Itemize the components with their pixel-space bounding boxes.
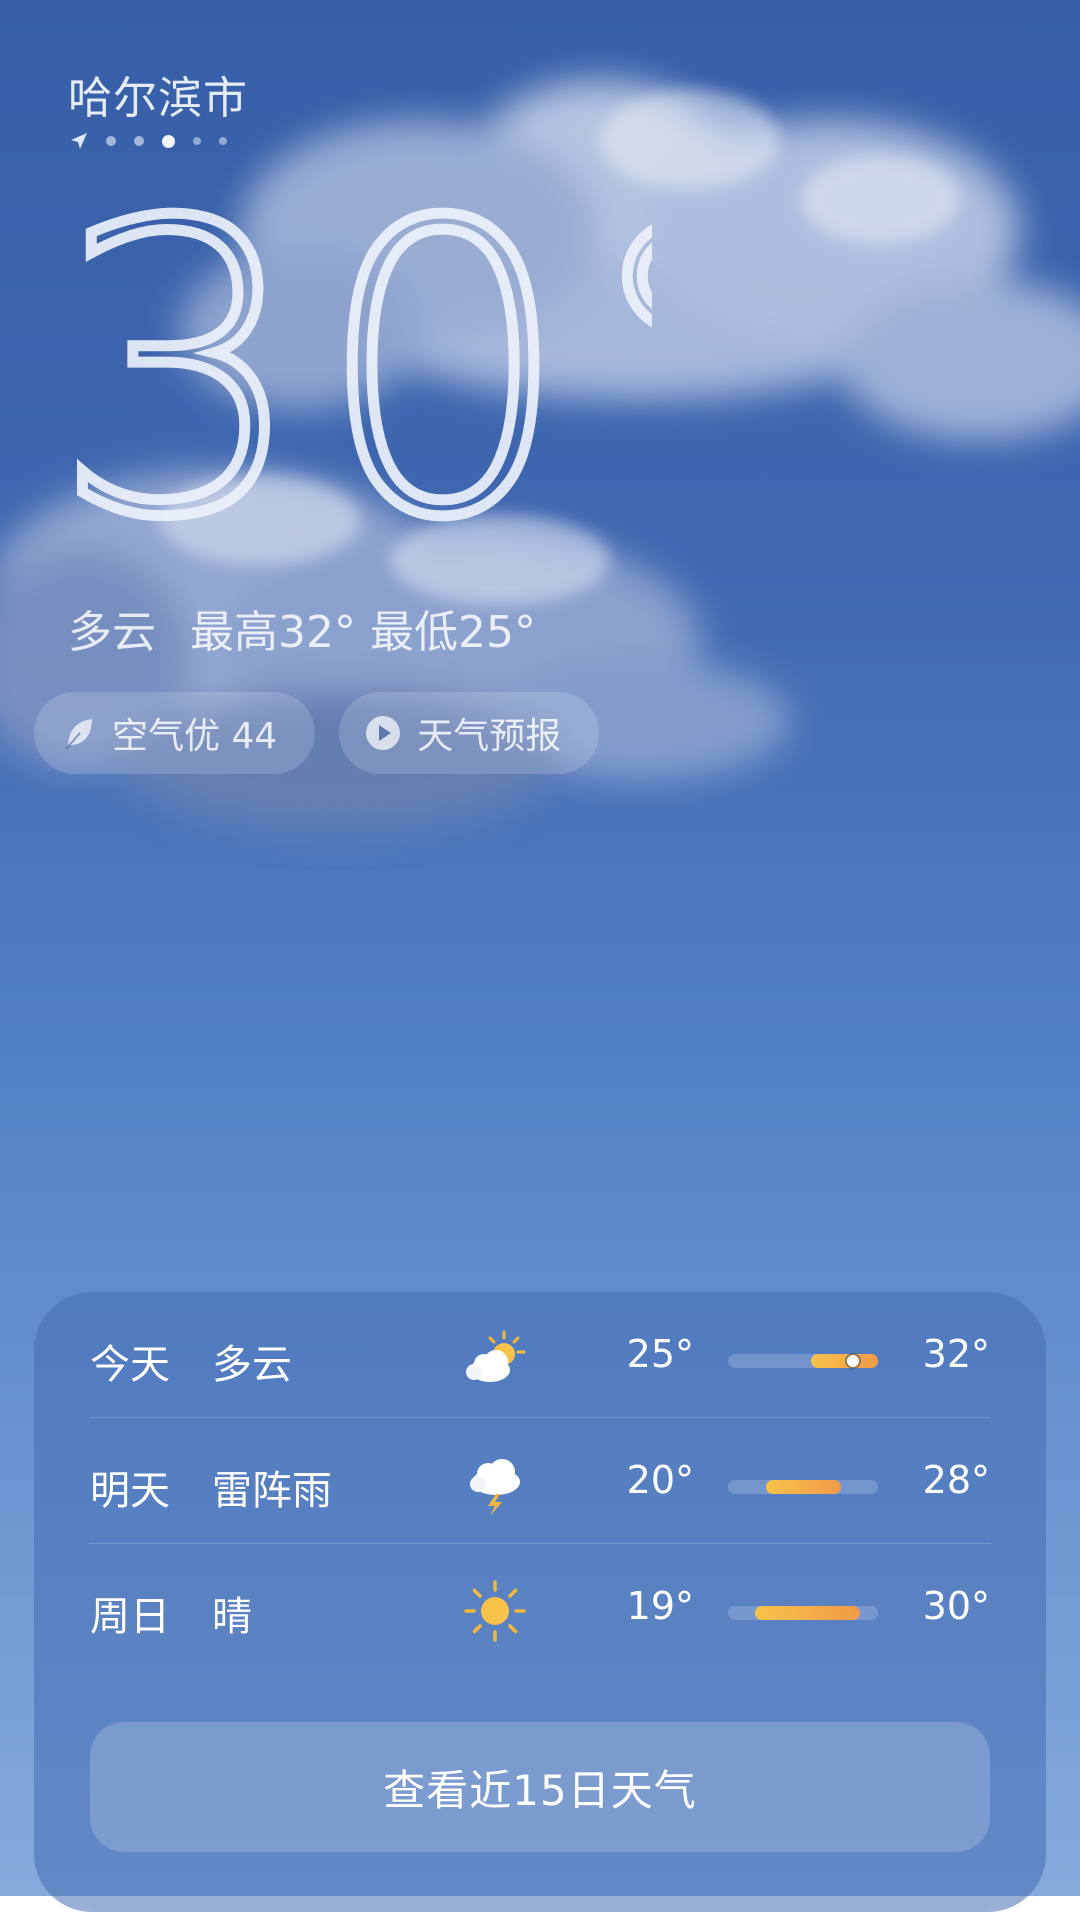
partly-cloudy-icon [466, 1330, 526, 1382]
page-dot [106, 136, 116, 146]
temperature-range-bar [728, 1480, 878, 1494]
forecast-high: 32° [922, 1332, 990, 1376]
forecast-condition: 雷阵雨 [212, 1468, 332, 1514]
forecast-high: 28° [922, 1458, 990, 1502]
page-dot-active [162, 134, 175, 148]
current-condition: 多云 [68, 607, 156, 658]
forecast-high: 30° [922, 1584, 990, 1628]
forecast-card: 今天 多云 25° 32° 明天 雷阵雨 20° 28° 周日 晴 19° 30… [34, 1292, 1046, 1912]
temperature-range-fill [810, 1354, 878, 1368]
air-quality-chip[interactable]: 空气优 44 [34, 692, 316, 774]
page-dot [134, 136, 144, 146]
page-indicator[interactable] [70, 132, 227, 150]
forecast-day: 周日 [90, 1594, 170, 1640]
temperature-range-bar [728, 1354, 878, 1368]
current-high: 最高32° [190, 607, 356, 658]
leaf-icon [65, 719, 92, 750]
current-summary: 多云 最高32° 最低25° [68, 596, 536, 660]
forecast-condition: 多云 [212, 1342, 292, 1388]
play-icon [366, 716, 401, 750]
forecast-day: 今天 [90, 1342, 170, 1388]
forecast-row-sunday[interactable]: 周日 晴 19° 30° [90, 1544, 990, 1670]
temperature-range-fill [765, 1480, 841, 1494]
current-temperature: 30° [52, 180, 652, 560]
page-dot [219, 137, 227, 145]
current-low: 最低25° [370, 607, 536, 658]
forecast-row-tomorrow[interactable]: 明天 雷阵雨 20° 28° [90, 1418, 990, 1544]
air-quality-label: 空气优 44 [112, 716, 278, 757]
thunderstorm-icon [470, 1459, 520, 1516]
forecast-low: 25° [626, 1332, 694, 1376]
forecast-row-today[interactable]: 今天 多云 25° 32° [90, 1292, 990, 1418]
forecast-video-label: 天气预报 [417, 716, 562, 757]
temperature-range-fill [755, 1606, 860, 1620]
city-name[interactable]: 哈尔滨市 [68, 62, 248, 126]
temperature-range-bar [728, 1606, 878, 1620]
page-dot [193, 137, 201, 145]
sun-icon [464, 1580, 526, 1642]
current-temperature-text: 30° [52, 180, 652, 560]
location-arrow-icon [71, 133, 87, 149]
forecast-condition: 晴 [212, 1594, 252, 1640]
view-15-day-forecast-button[interactable]: 查看近15日天气 [90, 1722, 990, 1852]
current-high-low: 最高32° 最低25° [190, 596, 536, 660]
current-temperature-marker [846, 1355, 859, 1367]
forecast-day: 明天 [90, 1468, 170, 1514]
chip-row: 空气优 44 天气预报 [34, 692, 600, 774]
forecast-video-chip[interactable]: 天气预报 [339, 692, 600, 774]
forecast-low: 19° [626, 1584, 694, 1628]
forecast-low: 20° [626, 1458, 694, 1502]
